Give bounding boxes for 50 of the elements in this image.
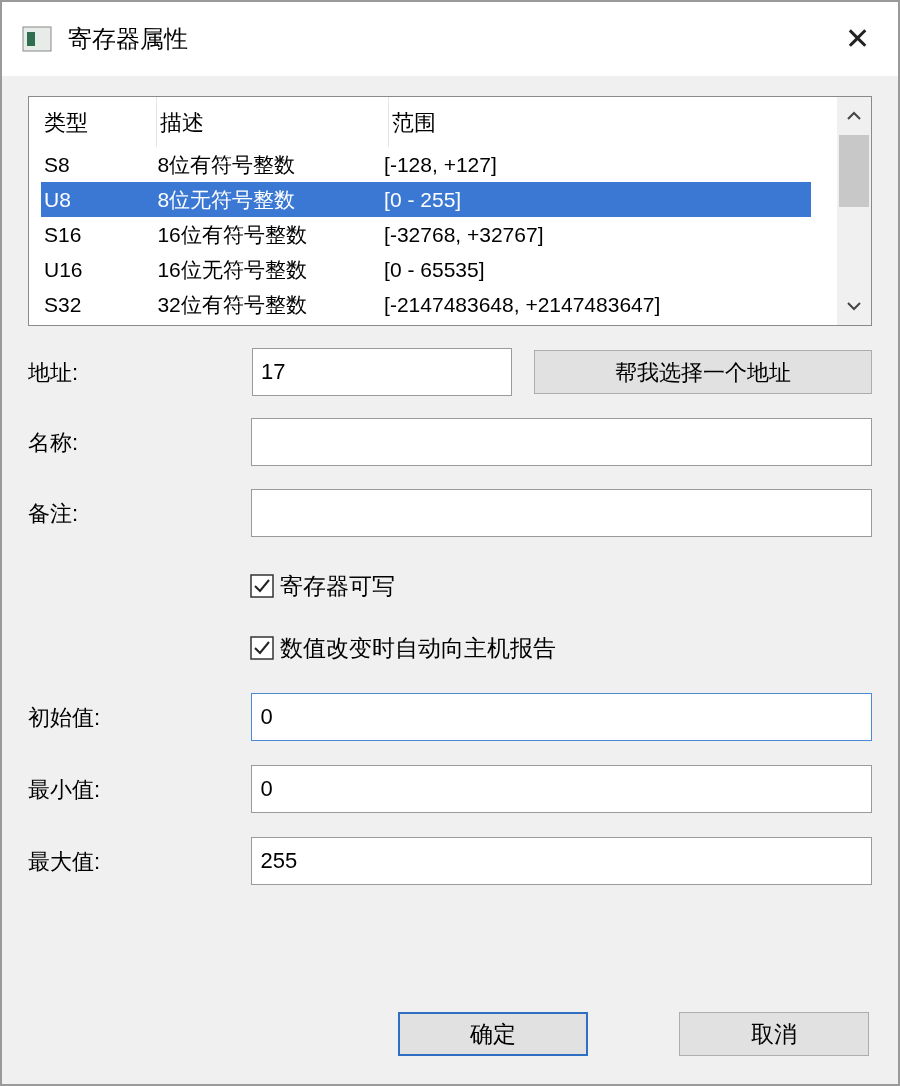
close-button[interactable]: ✕ — [837, 24, 878, 54]
table-cell-text: U16 — [43, 256, 84, 283]
scrollbar[interactable] — [837, 97, 871, 325]
table-cell-text: 32位有符号整数 — [156, 291, 308, 318]
table-cell-text: 16位有符号整数 — [156, 221, 308, 248]
column-header[interactable]: 描述 — [157, 97, 389, 147]
input-field[interactable] — [251, 418, 872, 466]
scroll-thumb[interactable] — [839, 135, 869, 207]
window-icon — [22, 26, 52, 52]
checkbox[interactable] — [250, 574, 274, 599]
input-field[interactable]: 255 — [251, 837, 872, 885]
list-row[interactable]: S32 32位有符号整数 [-2147483648, +2147483647] — [41, 287, 811, 322]
ok-button[interactable]: 确定 — [398, 1012, 588, 1056]
input-field[interactable]: 0 — [251, 765, 872, 813]
register-list[interactable]: 类型 描述 范围 S8 8位有符号整数 [-128, +127] U8 8位无符号整数 [0 - 255] S16 16位有符号整数 [-32768, +32767] U16 16位无符号整数 [0 - 65535] S32 32位有符号整数 [-2147483648, +2147483647] — [28, 96, 872, 326]
list-row[interactable]: U16 16位无符号整数 [0 - 65535] — [41, 252, 811, 287]
table-cell-text: [-2147483648, +2147483647] — [383, 291, 662, 318]
checkbox-label[interactable]: 寄存器可写 — [280, 569, 395, 604]
field-label: 初始值: — [28, 703, 102, 732]
table-cell-text: [0 - 255] — [383, 186, 463, 213]
field-label: 地址: — [28, 358, 80, 387]
column-header[interactable]: 类型 — [41, 97, 157, 147]
table-cell-text: S16 — [43, 221, 83, 248]
field-label: 最小值: — [28, 775, 102, 804]
window-title: 寄存器属性 — [68, 24, 188, 54]
checkbox-label[interactable]: 数值改变时自动向主机报告 — [280, 630, 556, 665]
table-cell-text: [0 - 65535] — [383, 256, 486, 283]
field-label: 最大值: — [28, 847, 102, 876]
field-label: 名称: — [28, 428, 80, 457]
scroll-up-icon[interactable] — [846, 111, 862, 121]
table-cell-text: [-32768, +32767] — [383, 221, 545, 248]
column-header[interactable]: 范围 — [389, 97, 829, 147]
input-field[interactable] — [251, 489, 872, 537]
list-row[interactable]: U8 8位无符号整数 [0 - 255] — [41, 182, 811, 217]
table-cell-text: [-128, +127] — [383, 151, 498, 178]
address-field[interactable]: 17 — [252, 348, 512, 396]
list-row[interactable]: S8 8位有符号整数 [-128, +127] — [41, 147, 811, 182]
table-cell-text: 8位无符号整数 — [156, 186, 297, 213]
input-field[interactable]: 0 — [251, 693, 872, 741]
table-cell-text: S8 — [43, 151, 71, 178]
table-cell-text: U8 — [43, 186, 72, 213]
checkbox[interactable] — [250, 635, 274, 660]
scroll-down-icon[interactable] — [846, 301, 862, 311]
table-cell-text: S32 — [43, 291, 83, 318]
field-label: 备注: — [28, 499, 80, 528]
pick-address-button[interactable]: 帮我选择一个地址 — [534, 350, 872, 394]
list-row[interactable]: S16 16位有符号整数 [-32768, +32767] — [41, 217, 811, 252]
table-cell-text: 16位无符号整数 — [156, 256, 308, 283]
cancel-button[interactable]: 取消 — [679, 1012, 869, 1056]
table-cell-text: 8位有符号整数 — [156, 151, 297, 178]
